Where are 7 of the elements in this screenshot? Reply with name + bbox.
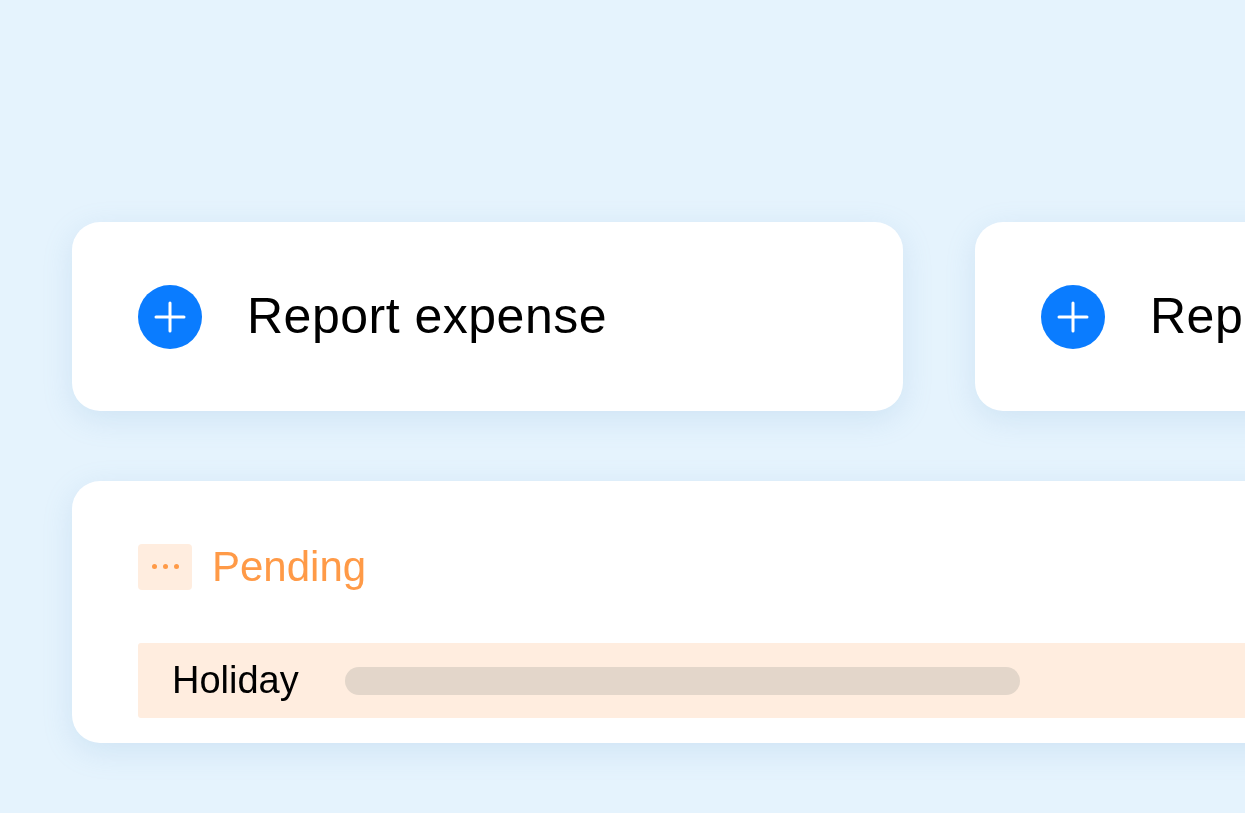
- more-icon: [138, 543, 192, 590]
- action-card[interactable]: Report expense: [72, 222, 903, 411]
- row-label: Holiday: [172, 658, 299, 703]
- add-icon: [1041, 284, 1105, 349]
- action-card[interactable]: Rep: [975, 222, 1245, 411]
- status-label: Pending: [212, 542, 367, 592]
- add-icon: [138, 284, 202, 349]
